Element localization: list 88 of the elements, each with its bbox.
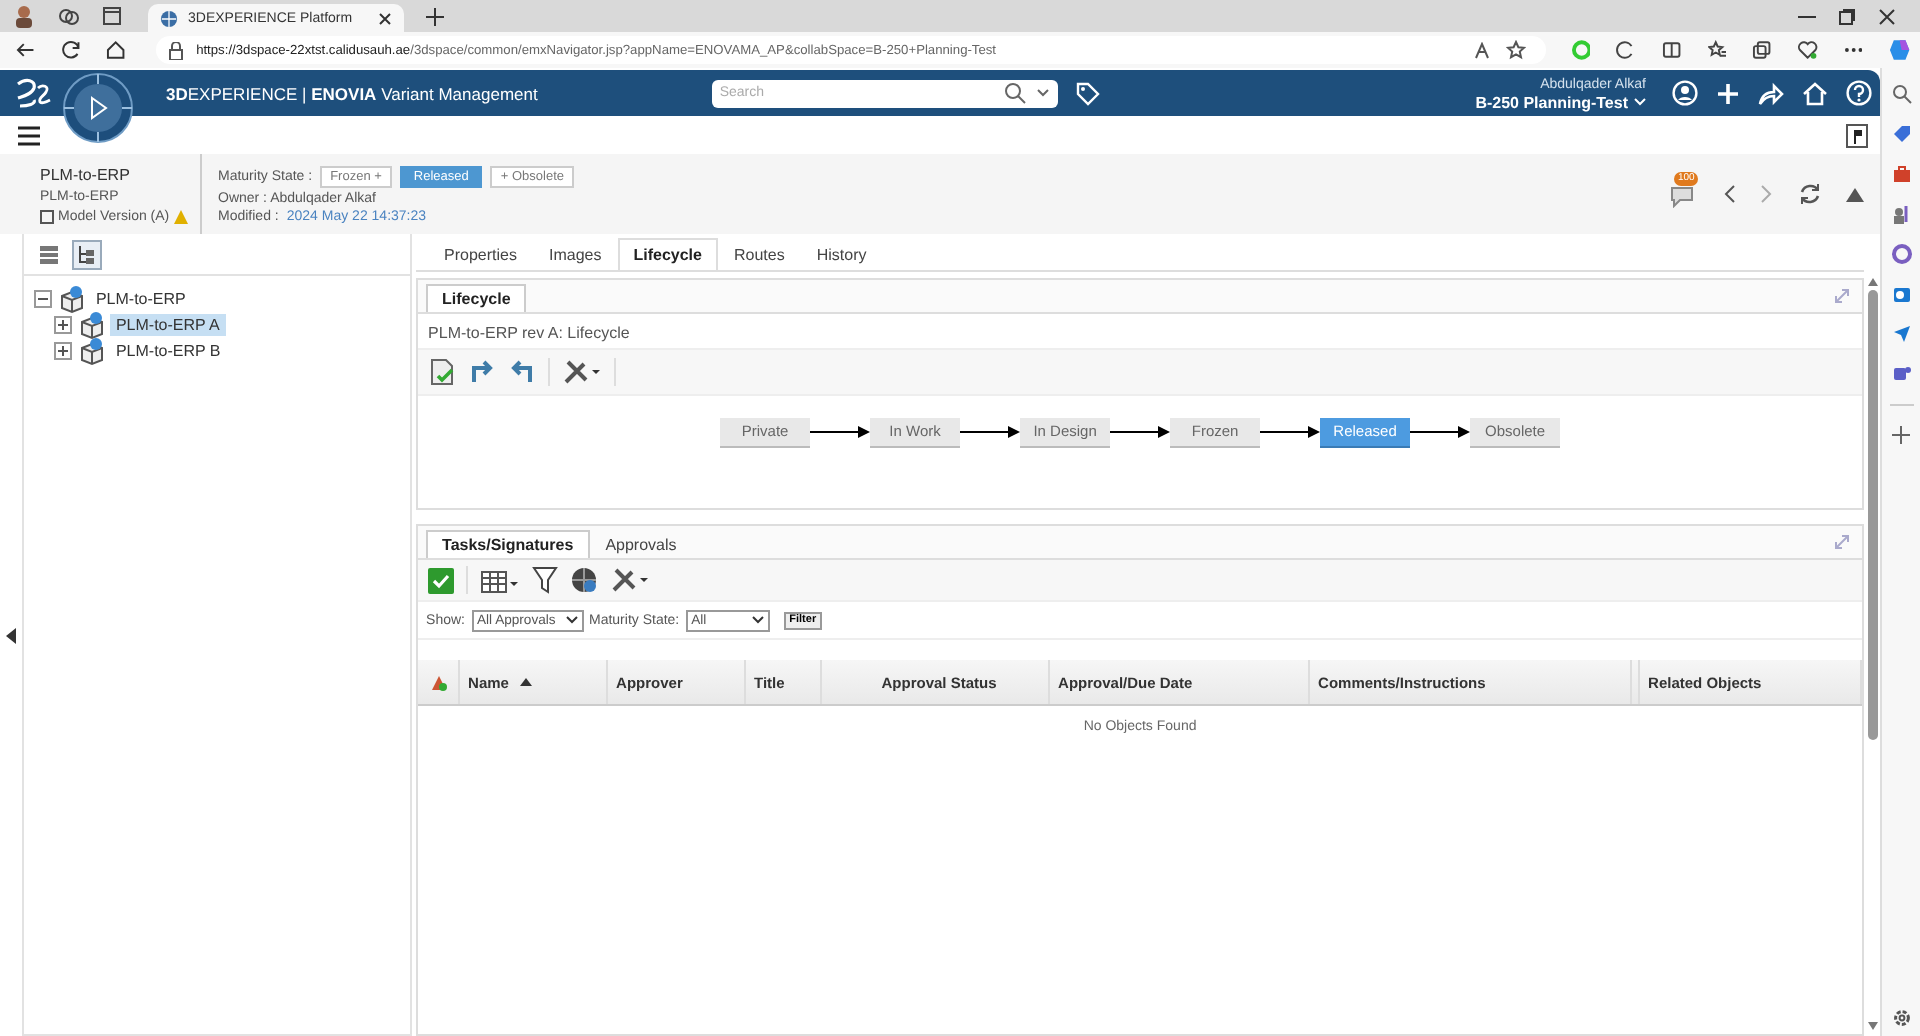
search-icon[interactable] [1003, 82, 1026, 104]
chevron-down-icon [751, 616, 764, 624]
toolbox-icon[interactable] [1891, 164, 1911, 184]
user-icon[interactable] [1672, 80, 1698, 106]
arrow [1260, 426, 1321, 438]
menu-icon[interactable] [18, 125, 40, 145]
tab[interactable]: Tasks/Signatures [426, 530, 590, 558]
tag-icon[interactable] [1075, 81, 1100, 105]
collab-space-menu[interactable]: B-250 Planning-Test [1475, 93, 1628, 111]
share-icon[interactable] [1758, 81, 1784, 105]
close-icon[interactable] [378, 11, 392, 25]
arrow [1410, 426, 1471, 438]
heart-icon[interactable] [1797, 40, 1818, 60]
tree-item[interactable]: PLM-to-ERP A [109, 314, 226, 336]
collapse-up-icon[interactable] [1846, 187, 1864, 201]
tab[interactable]: Approvals [589, 530, 693, 558]
pin-icon[interactable] [1846, 123, 1868, 147]
settings-icon[interactable] [1891, 1008, 1911, 1028]
scroll-down-icon[interactable] [1867, 1022, 1878, 1030]
tab[interactable]: Lifecycle [426, 284, 527, 312]
tree-item[interactable]: PLM-to-ERP B [109, 340, 227, 362]
comments-icon[interactable] [1668, 181, 1696, 207]
more-icon[interactable] [1843, 46, 1863, 54]
tree-view-icon [75, 243, 98, 265]
demote-icon[interactable] [508, 358, 537, 386]
chevron-down-icon [565, 616, 577, 624]
favorites-icon[interactable] [1707, 40, 1727, 60]
chevron-down-icon[interactable] [1035, 88, 1050, 98]
team-icon[interactable] [1891, 364, 1911, 384]
scroll-thumb[interactable] [1867, 290, 1878, 740]
split-screen-icon[interactable] [1661, 40, 1682, 60]
scroll-up-icon[interactable] [1867, 278, 1878, 286]
star-icon[interactable] [1505, 40, 1526, 60]
collapse-icon[interactable] [33, 290, 52, 308]
refresh-icon[interactable] [61, 40, 81, 60]
tab[interactable]: Properties [428, 238, 533, 270]
home-icon[interactable] [106, 40, 127, 60]
profile-icon[interactable] [12, 4, 36, 28]
close-icon[interactable] [1878, 7, 1896, 25]
expand-left-icon[interactable] [6, 627, 17, 643]
copilot-icon[interactable] [1888, 38, 1912, 62]
send-icon[interactable] [1891, 324, 1911, 344]
tab[interactable]: Lifecycle [617, 238, 718, 270]
new-tab-icon[interactable] [426, 7, 444, 25]
warning-icon [173, 209, 188, 223]
restore-icon[interactable] [1838, 7, 1856, 25]
promote-icon[interactable] [468, 358, 497, 386]
document-check-icon[interactable] [428, 358, 457, 386]
add-icon[interactable] [1892, 426, 1910, 444]
expand-icon[interactable] [53, 342, 72, 360]
refresh-icon[interactable] [1798, 182, 1822, 206]
expand-icon[interactable] [53, 316, 72, 334]
filter-icon[interactable] [532, 566, 559, 594]
collections-icon[interactable] [1752, 40, 1772, 60]
tab[interactable]: History [800, 238, 883, 270]
tag-icon[interactable] [1891, 124, 1911, 144]
globe-icon[interactable] [570, 566, 599, 594]
back-icon[interactable] [16, 40, 36, 60]
compass-icon[interactable] [62, 72, 134, 144]
checkbox-icon[interactable] [428, 567, 455, 593]
tree-item[interactable]: PLM-to-ERP [89, 288, 192, 310]
extension-icon[interactable] [1616, 40, 1636, 60]
help-icon[interactable] [1846, 80, 1872, 106]
search-icon[interactable] [1891, 84, 1911, 104]
tree-view-button[interactable] [71, 239, 102, 269]
section-heading: PLM-to-ERP rev A: Lifecycle [426, 322, 632, 346]
object-name: PLM-to-ERP [40, 165, 132, 183]
table-edit-icon[interactable] [480, 566, 521, 594]
previous-icon[interactable] [1722, 184, 1736, 204]
app-icon[interactable] [1891, 244, 1911, 264]
arrow [1110, 426, 1171, 438]
people-icon[interactable] [1891, 204, 1911, 224]
document-icon [40, 209, 54, 223]
tab[interactable]: Images [533, 238, 618, 270]
arrow [810, 426, 871, 438]
tab[interactable]: Routes [717, 238, 801, 270]
read-aloud-icon[interactable] [1473, 41, 1494, 59]
mail-icon[interactable] [1891, 284, 1911, 304]
logo-icon [12, 77, 52, 109]
cube-icon [77, 311, 104, 339]
arrow [960, 426, 1021, 438]
workspaces-icon[interactable] [58, 5, 80, 27]
list-view-icon[interactable] [37, 243, 60, 265]
globe-icon [160, 9, 178, 27]
tab-list-icon[interactable] [102, 6, 122, 26]
cube-icon [57, 285, 84, 313]
cube-icon [77, 337, 104, 365]
app-title: 3DEXPERIENCE | ENOVIA Variant Management [166, 83, 538, 103]
